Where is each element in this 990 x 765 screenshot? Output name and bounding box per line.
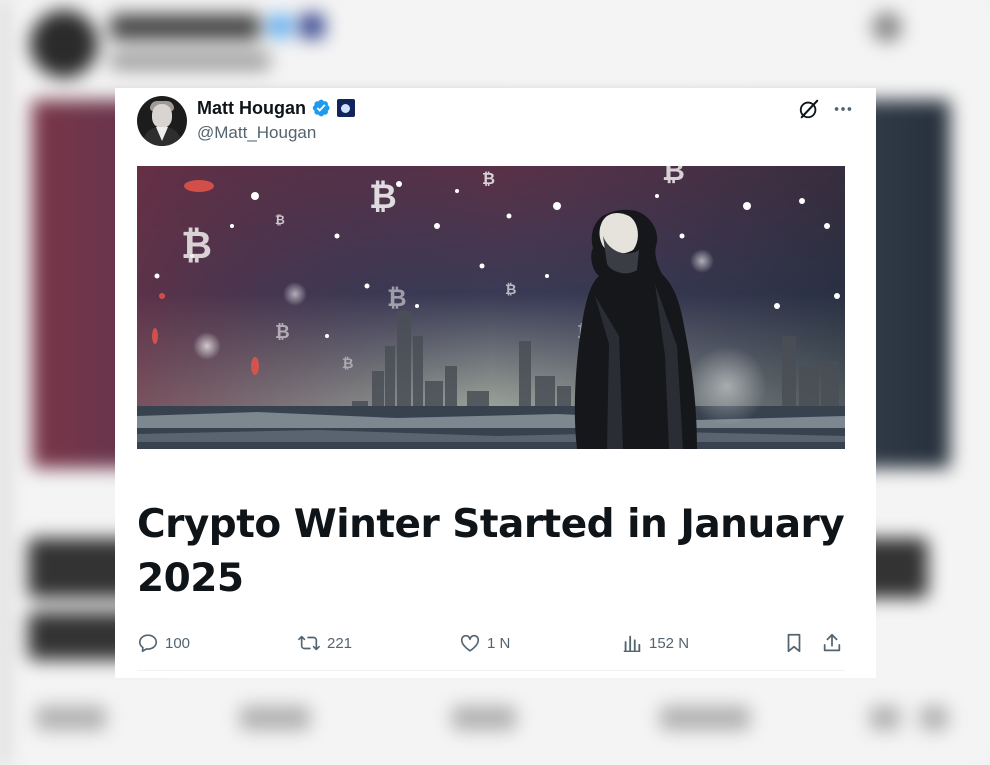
background-action [240, 706, 310, 730]
svg-text:₿: ₿ [342, 356, 353, 372]
svg-text:₿: ₿ [387, 284, 407, 312]
article-cover-image[interactable]: ₿ ₿ ₿ ₿ ₿ ₿ ₿ ₿ ₿ ₿ [137, 166, 845, 449]
cover-illustration: ₿ ₿ ₿ ₿ ₿ ₿ ₿ ₿ ₿ ₿ [137, 166, 845, 449]
more-icon[interactable] [832, 98, 854, 120]
background-verified-badge [268, 14, 292, 38]
view-count: 152 N [649, 634, 690, 652]
background-handle [110, 52, 270, 70]
svg-text:₿: ₿ [369, 177, 397, 217]
reply-icon [138, 634, 158, 653]
header-actions [798, 96, 854, 122]
svg-text:₿: ₿ [505, 282, 516, 298]
reply-button[interactable]: 100 [137, 629, 190, 657]
like-button[interactable]: 1 N [459, 629, 510, 657]
reply-count: 100 [165, 634, 191, 652]
background-action [920, 706, 948, 730]
views-chart-icon [623, 635, 641, 652]
background-grok-icon [872, 12, 902, 42]
svg-text:₿: ₿ [275, 322, 290, 343]
heart-icon [460, 634, 480, 652]
affiliate-badge-icon[interactable] [336, 99, 355, 117]
verified-badge-icon [312, 99, 330, 117]
background-avatar [30, 10, 98, 78]
author-handle[interactable]: @Matt_Hougan [197, 123, 316, 143]
svg-text:₿: ₿ [662, 166, 685, 187]
views-button[interactable]: 152 N [621, 629, 689, 657]
avatar[interactable] [137, 96, 187, 146]
post-header: Matt Hougan @Matt_Hougan [137, 96, 854, 148]
article-title[interactable]: Crypto Winter Started in January 2025 [137, 498, 849, 606]
post-card[interactable]: Matt Hougan @Matt_Hougan ₿ ₿ ₿ ₿ ₿ ₿ ₿ ₿… [115, 88, 876, 678]
repost-count: 221 [327, 634, 353, 652]
bookmark-icon [787, 633, 801, 653]
background-action [452, 706, 516, 730]
share-button[interactable] [821, 629, 849, 657]
author-display-name[interactable]: Matt Hougan [197, 98, 306, 119]
svg-text:₿: ₿ [275, 213, 285, 227]
divider [137, 670, 845, 671]
repost-button[interactable]: 221 [297, 629, 352, 657]
background-action [870, 706, 900, 730]
background-affiliate-badge [300, 14, 324, 38]
grok-icon[interactable] [798, 98, 820, 120]
svg-text:₿: ₿ [482, 169, 495, 188]
background-edge [0, 0, 8, 765]
svg-text:₿: ₿ [181, 223, 212, 267]
background-name [110, 14, 260, 40]
post-actions: 100 221 1 N 152 N [137, 629, 849, 657]
background-action [660, 706, 750, 730]
background-action [36, 706, 106, 730]
like-count: 1 N [487, 634, 511, 652]
bookmark-button[interactable] [783, 629, 811, 657]
repost-icon [298, 635, 320, 651]
author-name-row: Matt Hougan [197, 96, 355, 120]
share-icon [823, 633, 841, 652]
